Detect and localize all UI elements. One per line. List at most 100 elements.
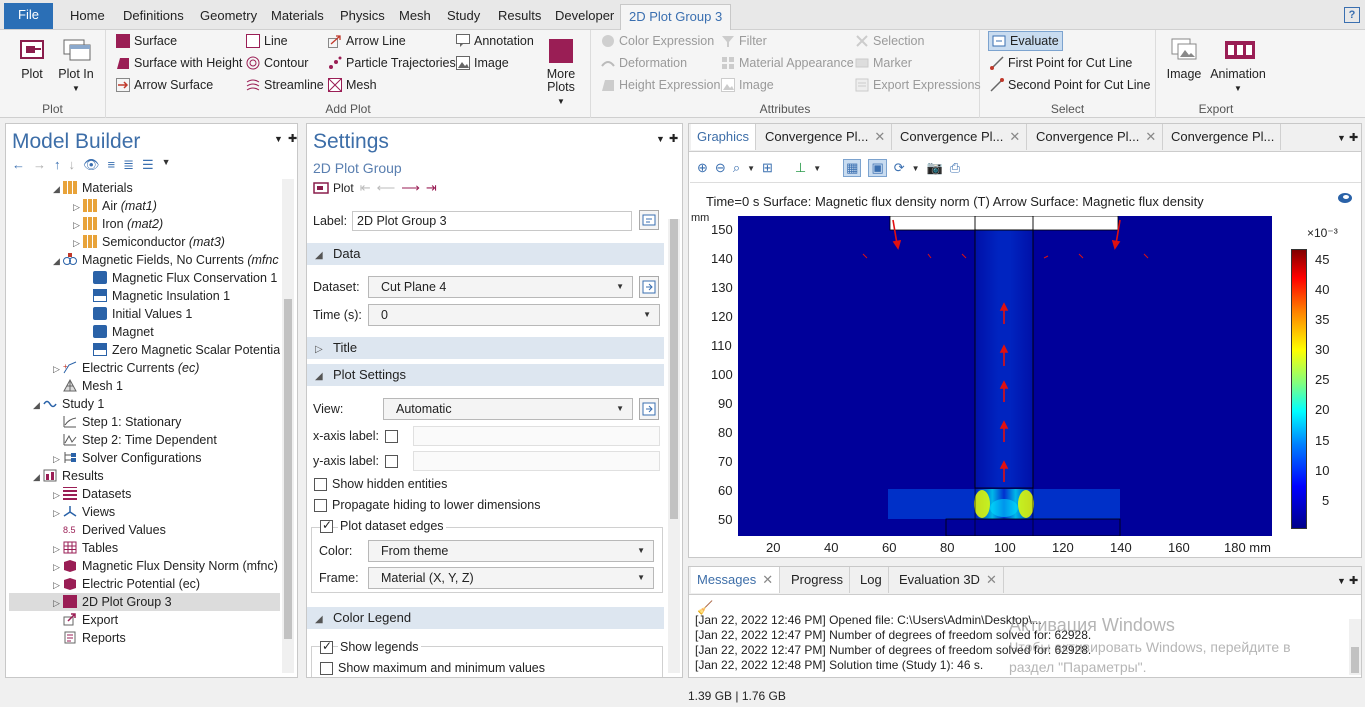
back-arrow-icon[interactable]: ← bbox=[12, 157, 25, 175]
tree-views[interactable]: ▷ Views bbox=[53, 503, 115, 521]
propagate-checkbox[interactable] bbox=[314, 499, 327, 512]
forward-arrow-icon[interactable]: → bbox=[33, 157, 46, 175]
arrow-line-button[interactable]: Arrow Line bbox=[328, 31, 406, 51]
tab-convergence-1[interactable]: Convergence Pl... ✕ bbox=[759, 124, 893, 150]
close-icon[interactable]: ✕ bbox=[1009, 129, 1020, 144]
tab-developer[interactable]: Developer bbox=[547, 4, 622, 30]
collapse-icon[interactable]: ≣ bbox=[123, 157, 134, 175]
axes-icon[interactable]: ⊥ bbox=[795, 160, 806, 176]
scene-icon[interactable] bbox=[1337, 191, 1353, 205]
x-axis-label-input[interactable] bbox=[413, 426, 660, 446]
surface-button[interactable]: Surface bbox=[116, 31, 177, 51]
evaluate-button[interactable]: Evaluate bbox=[988, 31, 1063, 51]
color-expression-button[interactable]: Color Expression bbox=[601, 31, 714, 51]
view-goto-icon[interactable] bbox=[639, 398, 659, 420]
tab-progress[interactable]: Progress bbox=[785, 567, 851, 593]
tree-reports[interactable]: Reports bbox=[63, 629, 126, 647]
close-icon[interactable]: ✕ bbox=[874, 129, 885, 144]
tab-materials[interactable]: Materials bbox=[263, 4, 332, 30]
time-select[interactable]: 0 bbox=[368, 304, 660, 326]
label-input[interactable]: 2D Plot Group 3 bbox=[352, 211, 632, 231]
plot-dataset-edges-checkbox[interactable] bbox=[320, 518, 333, 533]
tab-convergence-2[interactable]: Convergence Pl... ✕ bbox=[894, 124, 1028, 150]
export-image-button[interactable]: Image bbox=[1164, 38, 1204, 81]
toolbar-menu-icon[interactable]: ▼ bbox=[162, 157, 171, 175]
panel-menu-icon[interactable]: ▼ bbox=[274, 134, 283, 144]
dataset-goto-icon[interactable] bbox=[639, 276, 659, 298]
messages-menu-icon[interactable]: ▼ bbox=[1337, 576, 1346, 586]
close-icon[interactable]: ✕ bbox=[1145, 129, 1156, 144]
settings-pin-icon[interactable]: ✚ bbox=[669, 132, 678, 145]
up-arrow-icon[interactable]: ↑ bbox=[54, 157, 61, 175]
view-select[interactable]: Automatic bbox=[383, 398, 633, 420]
tree-electric-potential[interactable]: ▷ Electric Potential (ec) bbox=[53, 575, 200, 593]
settings-plot-button[interactable]: Plot bbox=[313, 181, 354, 195]
tab-results[interactable]: Results bbox=[490, 4, 549, 30]
last-icon[interactable]: ⇥ bbox=[426, 180, 437, 196]
arrow-surface-button[interactable]: Arrow Surface bbox=[116, 75, 213, 95]
y-axis-label-checkbox[interactable] bbox=[385, 455, 398, 468]
tab-home[interactable]: Home bbox=[62, 4, 113, 30]
tree-magnetic-flux-conservation[interactable]: Magnetic Flux Conservation 1 bbox=[93, 269, 277, 287]
tree-2d-plot-group-3[interactable]: ▷ 2D Plot Group 3 bbox=[9, 593, 280, 611]
first-icon[interactable]: ⇤ bbox=[360, 180, 371, 196]
height-expression-button[interactable]: Height Expression bbox=[601, 75, 720, 95]
show-legends-checkbox[interactable] bbox=[320, 639, 333, 654]
tab-2d-plot-group-3[interactable]: 2D Plot Group 3 bbox=[620, 4, 732, 30]
section-plot-settings[interactable]: ◢ Plot Settings bbox=[307, 364, 664, 386]
close-icon[interactable]: ✕ bbox=[762, 572, 773, 587]
tab-evaluation-3d[interactable]: Evaluation 3D ✕ bbox=[893, 567, 1004, 593]
attr-image-button[interactable]: Image bbox=[721, 75, 774, 95]
annotation-button[interactable]: Annotation bbox=[456, 31, 534, 51]
tab-physics[interactable]: Physics bbox=[332, 4, 393, 30]
section-color-legend[interactable]: ◢ Color Legend bbox=[307, 607, 664, 629]
marker-button[interactable]: Marker bbox=[855, 53, 912, 73]
tab-definitions[interactable]: Definitions bbox=[115, 4, 192, 30]
tree-semiconductor[interactable]: ▷ Semiconductor (mat3) bbox=[73, 233, 225, 251]
settings-scrollbar[interactable] bbox=[668, 219, 680, 673]
image-button[interactable]: Image bbox=[456, 53, 509, 73]
zoom-extents-icon[interactable]: ⊞ bbox=[762, 160, 773, 176]
y-axis-label-input[interactable] bbox=[413, 451, 660, 471]
contour-button[interactable]: Contour bbox=[246, 53, 308, 73]
dataset-select[interactable]: Cut Plane 4 bbox=[368, 276, 633, 298]
tree-step-2[interactable]: Step 2: Time Dependent bbox=[63, 431, 217, 449]
messages-scrollbar[interactable] bbox=[1349, 619, 1361, 675]
graphics-menu-icon[interactable]: ▼ bbox=[1337, 133, 1346, 143]
expand-icon[interactable]: ≡ bbox=[108, 157, 116, 175]
show-hidden-checkbox[interactable] bbox=[314, 478, 327, 491]
list-icon[interactable]: ☰ bbox=[142, 157, 154, 175]
tree-magnetic-fields[interactable]: ◢ Magnetic Fields, No Currents (mfnc bbox=[53, 251, 279, 269]
tree-air[interactable]: ▷ Air (mat1) bbox=[73, 197, 157, 215]
deformation-button[interactable]: Deformation bbox=[601, 53, 687, 73]
tree-zero-magnetic-scalar[interactable]: Zero Magnetic Scalar Potential 1 bbox=[93, 341, 280, 359]
tree-study-1[interactable]: ◢ Study 1 bbox=[33, 395, 104, 413]
tab-convergence-4[interactable]: Convergence Pl... bbox=[1165, 124, 1282, 150]
export-expressions-button[interactable]: Export Expressions bbox=[855, 75, 981, 95]
camera-icon[interactable]: 📷 bbox=[927, 160, 943, 176]
color-select[interactable]: From theme bbox=[368, 540, 654, 562]
tree-derived-values[interactable]: 8.5 Derived Values bbox=[63, 521, 166, 539]
tree-datasets[interactable]: ▷ Datasets bbox=[53, 485, 131, 503]
label-edit-icon[interactable] bbox=[639, 210, 659, 230]
tab-log[interactable]: Log bbox=[854, 567, 889, 593]
tree-tables[interactable]: ▷ Tables bbox=[53, 539, 118, 557]
tree-mesh-1[interactable]: Mesh 1 bbox=[63, 377, 123, 395]
selection-button[interactable]: Selection bbox=[855, 31, 924, 51]
tree-export[interactable]: Export bbox=[63, 611, 118, 629]
graphics-pin-icon[interactable]: ✚ bbox=[1349, 131, 1358, 144]
tab-file[interactable]: File bbox=[4, 3, 53, 29]
scene-light-icon[interactable]: ⟳ bbox=[894, 160, 905, 176]
tab-messages[interactable]: Messages ✕ bbox=[691, 567, 781, 593]
tab-geometry[interactable]: Geometry bbox=[192, 4, 265, 30]
tree-results[interactable]: ◢ Results bbox=[33, 467, 104, 485]
pin-icon[interactable]: ✚ bbox=[288, 132, 297, 145]
streamline-button[interactable]: Streamline bbox=[246, 75, 324, 95]
tree-initial-values[interactable]: Initial Values 1 bbox=[93, 305, 192, 323]
first-point-cut-line-button[interactable]: First Point for Cut Line bbox=[990, 53, 1132, 73]
tree-electric-currents[interactable]: ▷ + Electric Currents (ec) bbox=[53, 359, 199, 377]
tab-convergence-3[interactable]: Convergence Pl... ✕ bbox=[1030, 124, 1164, 150]
material-appearance-button[interactable]: Material Appearance bbox=[721, 53, 854, 73]
tab-mesh[interactable]: Mesh bbox=[391, 4, 439, 30]
frame-select[interactable]: Material (X, Y, Z) bbox=[368, 567, 654, 589]
